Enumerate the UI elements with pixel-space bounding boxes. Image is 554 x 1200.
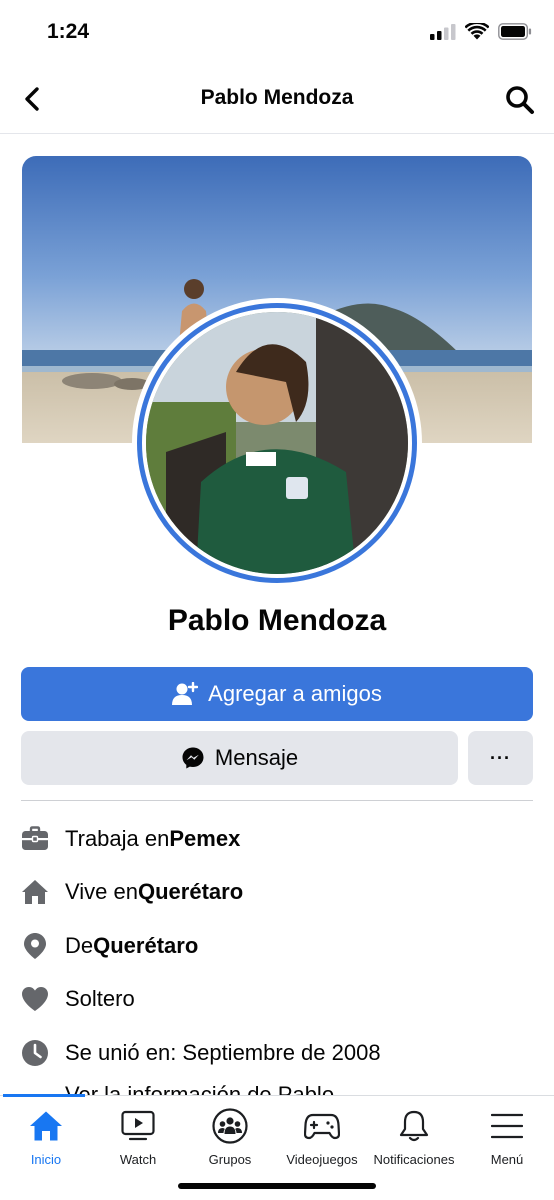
avatar-image	[146, 312, 408, 574]
add-friend-label: Agregar a amigos	[208, 681, 382, 706]
tab-notifications[interactable]: Notificaciones	[368, 1108, 460, 1167]
heart-icon	[21, 985, 49, 1013]
home-icon	[28, 1108, 64, 1144]
add-friend-button[interactable]: Agregar a amigos	[21, 667, 533, 721]
hometown-value[interactable]: Querétaro	[93, 933, 198, 959]
nav-title: Pablo Mendoza	[200, 86, 354, 109]
location-pin-icon	[21, 932, 49, 960]
home-indicator	[178, 1183, 376, 1189]
watch-icon	[120, 1108, 156, 1144]
work-value[interactable]: Pemex	[169, 826, 240, 852]
tab-home[interactable]: Inicio	[0, 1108, 92, 1167]
navigation-bar: Pablo Mendoza	[0, 66, 554, 134]
work-prefix: Trabaja en	[65, 825, 170, 851]
tab-gaming-label: Videojuegos	[286, 1152, 358, 1167]
tab-watch-label: Watch	[119, 1152, 157, 1167]
tab-home-label: Inicio	[30, 1152, 62, 1167]
avatar	[146, 312, 408, 574]
divider	[21, 800, 533, 801]
joined-text: Se unió en: Septiembre de 2008	[65, 1039, 381, 1065]
messenger-icon	[182, 747, 204, 769]
profile-picture[interactable]	[132, 298, 422, 588]
status-bar: 1:24	[0, 0, 554, 66]
house-icon	[21, 878, 49, 906]
clock-icon	[21, 1039, 49, 1067]
menu-icon	[489, 1108, 525, 1144]
search-icon[interactable]	[504, 84, 536, 116]
relationship-text: Soltero	[65, 986, 135, 1012]
current-city-value[interactable]: Querétaro	[138, 879, 243, 905]
current-city-item: Vive en Querétaro	[21, 866, 533, 920]
profile-details: Trabaja en Pemex Vive en Querétaro De Qu…	[21, 812, 533, 1080]
gaming-icon	[304, 1108, 340, 1144]
active-tab-indicator	[3, 1094, 85, 1097]
relationship-item: Soltero	[21, 973, 533, 1027]
tab-watch[interactable]: Watch	[92, 1108, 184, 1167]
tab-groups[interactable]: Grupos	[184, 1108, 276, 1167]
tab-groups-label: Grupos	[208, 1152, 252, 1167]
hometown-prefix: De	[65, 932, 94, 958]
joined-item: Se unió en: Septiembre de 2008	[21, 1026, 533, 1080]
tab-gaming[interactable]: Videojuegos	[276, 1108, 368, 1167]
more-options-label: ···	[490, 747, 511, 768]
wifi-icon	[465, 23, 489, 40]
profile-name: Pablo Mendoza	[167, 604, 387, 637]
more-options-button[interactable]: ···	[468, 731, 533, 785]
current-city-prefix: Vive en	[65, 879, 138, 905]
status-icons	[430, 23, 532, 40]
work-item: Trabaja en Pemex	[21, 812, 533, 866]
profile-picture-ring	[137, 303, 417, 583]
tab-menu-label: Menú	[490, 1152, 524, 1167]
tab-menu[interactable]: Menú	[461, 1108, 553, 1167]
cellular-signal-icon	[430, 23, 456, 40]
hometown-item: De Querétaro	[21, 919, 533, 973]
groups-icon	[212, 1108, 248, 1144]
briefcase-icon	[21, 825, 49, 853]
message-label: Mensaje	[214, 745, 299, 770]
add-friend-icon	[172, 682, 199, 705]
battery-icon	[498, 23, 532, 40]
tab-notifications-label: Notificaciones	[373, 1152, 455, 1167]
message-button[interactable]: Mensaje	[21, 731, 458, 785]
status-time: 1:24	[47, 20, 90, 43]
bell-icon	[396, 1108, 432, 1144]
